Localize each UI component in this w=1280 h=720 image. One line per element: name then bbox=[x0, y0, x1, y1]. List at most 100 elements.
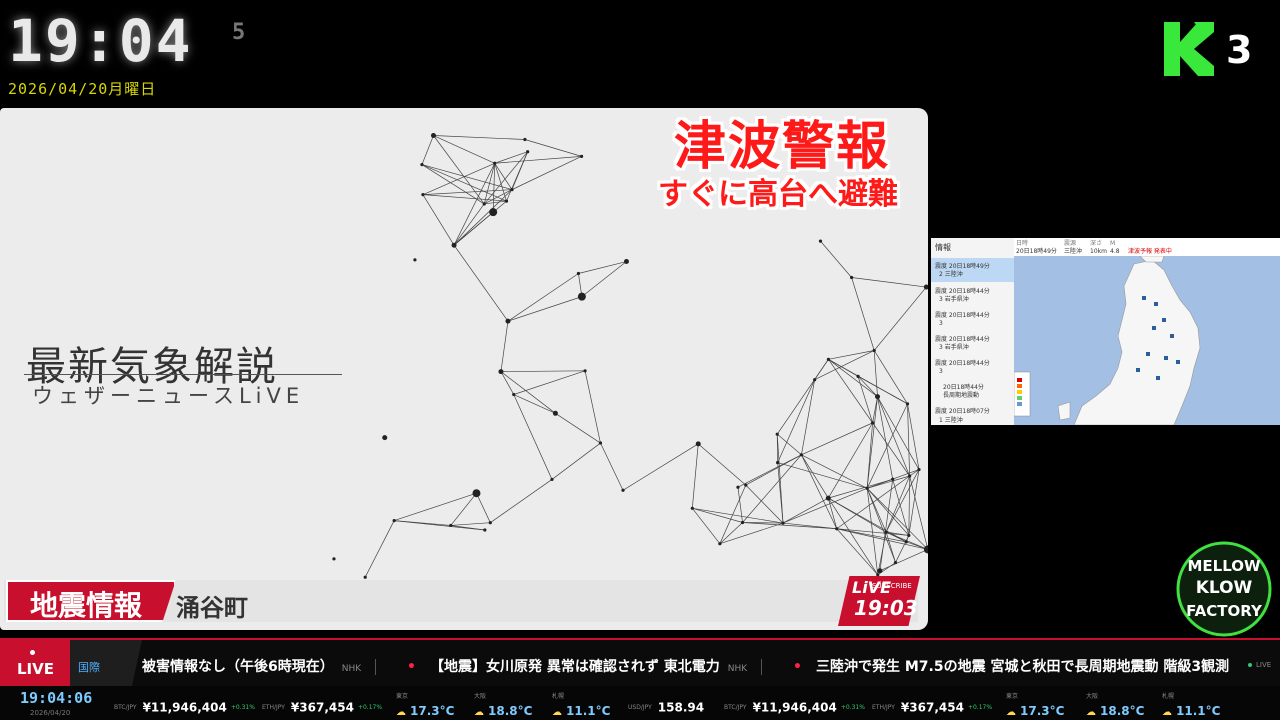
quake-item-4-time[interactable]: 震度 20日18時44分 bbox=[935, 336, 990, 343]
quake-item-3-time[interactable]: 震度 20日18時44分 bbox=[935, 312, 990, 319]
ticker-live-label: LIVE bbox=[17, 660, 54, 678]
network-line bbox=[421, 135, 434, 165]
network-node bbox=[483, 528, 487, 532]
network-node bbox=[818, 239, 823, 243]
japan-map[interactable] bbox=[1014, 256, 1280, 425]
network-line bbox=[622, 443, 699, 491]
subscribe-label[interactable]: SUBSCRIBE bbox=[872, 582, 912, 590]
network-node bbox=[576, 271, 581, 276]
ticker-item-source: NHK bbox=[341, 664, 362, 674]
network-node bbox=[430, 133, 436, 139]
network-line bbox=[433, 135, 525, 140]
network-node bbox=[775, 432, 779, 436]
mk-logo-line1: MELLOW bbox=[1187, 557, 1261, 575]
network-line bbox=[877, 396, 894, 480]
market-label: BTC/JPY bbox=[114, 704, 137, 711]
network-node bbox=[526, 150, 530, 154]
lower-third-tag-label: 地震情報 bbox=[30, 589, 143, 622]
header-epicenter: 三陸沖 bbox=[1064, 248, 1083, 255]
quake-item-7-time[interactable]: 震度 20日18時07分 bbox=[935, 408, 990, 415]
market-change: +0.17% bbox=[357, 704, 383, 711]
quake-list-title: 情報 bbox=[935, 243, 951, 252]
header-date-label: 日時 bbox=[1016, 240, 1029, 247]
tsunami-warning-title: 津波警報 bbox=[674, 117, 891, 177]
weather-temp: 17.3°C bbox=[410, 704, 455, 718]
network-node bbox=[872, 348, 876, 353]
network-line bbox=[873, 350, 878, 397]
network-line bbox=[737, 487, 743, 523]
quake-list-selected[interactable] bbox=[931, 258, 1014, 282]
video-player[interactable]: 最新気象解説 ウェザーニュースLiVE 津波警報 すぐに高台へ避難 地震情報 涌… bbox=[0, 108, 928, 630]
mk-logo-line2: KLOW bbox=[1196, 578, 1253, 598]
ticker-item[interactable]: • 三陸沖で発生 M7.5の地震 宮城と秋田で長周期地震動 階級3観測 bbox=[793, 656, 1229, 676]
network-node bbox=[826, 357, 831, 361]
network-node bbox=[472, 489, 481, 498]
network-node bbox=[690, 506, 694, 510]
network-line bbox=[422, 194, 455, 246]
market-item: USD/JPY 158.94 bbox=[628, 697, 704, 716]
quake-map-panel[interactable]: 情報 震度 20日18時49分 2 三陸沖 震度 20日18時44分 3 岩手県… bbox=[931, 238, 1280, 425]
network-node bbox=[740, 520, 745, 525]
quake-list: 情報 震度 20日18時49分 2 三陸沖 震度 20日18時44分 3 岩手県… bbox=[931, 238, 1015, 425]
ticker-item-text: 三陸沖で発生 M7.5の地震 宮城と秋田で長周期地震動 階級3観測 bbox=[815, 659, 1230, 675]
weather-item: 東京 ☁ 17.3°C bbox=[1006, 691, 1064, 719]
market-value: ¥367,454 bbox=[290, 700, 354, 715]
network-line bbox=[490, 479, 553, 523]
quake-item-5-place: 3 bbox=[939, 368, 943, 375]
mk-logo-line3: FACTORY bbox=[1186, 602, 1263, 620]
network-node bbox=[825, 495, 831, 501]
network-line bbox=[908, 476, 910, 536]
network-line bbox=[820, 240, 852, 278]
network-line bbox=[492, 163, 496, 213]
network-line bbox=[691, 443, 699, 509]
network-line bbox=[500, 371, 556, 414]
network-node bbox=[489, 208, 498, 217]
ticker-end-label: LIVE bbox=[1256, 661, 1272, 669]
tsunami-warning-subtitle: すぐに高台へ避難 bbox=[658, 177, 898, 212]
quake-item-6-time[interactable]: 20日18時44分 bbox=[943, 384, 984, 391]
ticker-item[interactable]: • 【地震】女川原発 異常は確認されず 東北電力 NHK bbox=[407, 656, 763, 676]
clock-seconds: 5 bbox=[232, 20, 246, 45]
network-line bbox=[814, 350, 875, 381]
market-value: ¥11,946,404 bbox=[142, 700, 227, 715]
network-node bbox=[736, 485, 740, 489]
quake-item-2-place: 3 岩手県沖 bbox=[939, 296, 969, 303]
market-label: BTC/JPY bbox=[724, 704, 747, 711]
network-line bbox=[719, 484, 747, 544]
weather-temp: 18.8°C bbox=[1100, 704, 1145, 718]
ticker-item[interactable]: 被害情報なし（午後6時現在） NHK bbox=[142, 656, 377, 676]
network-node bbox=[577, 292, 586, 301]
quake-item-5-time[interactable]: 震度 20日18時44分 bbox=[935, 360, 990, 367]
weather-city: 札幌 bbox=[1162, 693, 1175, 700]
market-time: 19:04:06 bbox=[20, 689, 93, 707]
network-line bbox=[801, 379, 815, 455]
network-line bbox=[742, 454, 802, 523]
header-tsunami-status: 津波予報 発表中 bbox=[1128, 248, 1172, 255]
network-node bbox=[875, 394, 881, 400]
network-node bbox=[413, 258, 417, 262]
channel-number: 3 bbox=[1226, 28, 1253, 72]
title-underline bbox=[24, 374, 342, 375]
network-line bbox=[873, 286, 927, 351]
network-node bbox=[392, 518, 396, 523]
market-value: 158.94 bbox=[657, 700, 705, 715]
quake-item-2-time[interactable]: 震度 20日18時44分 bbox=[935, 288, 990, 295]
quake-item-1-time: 震度 20日18時49分 bbox=[935, 263, 990, 270]
program-subtitle: ウェザーニュースLiVE bbox=[32, 384, 305, 408]
market-item: ETH/JPY ¥367,454 +0.17% bbox=[872, 697, 992, 716]
network-node bbox=[835, 527, 839, 531]
network-node bbox=[512, 392, 516, 397]
quake-item-3-place: 3 bbox=[939, 320, 943, 327]
live-badge-time: 19:03 bbox=[854, 596, 918, 620]
network-line bbox=[513, 370, 586, 395]
network-node bbox=[482, 202, 486, 206]
network-line bbox=[719, 522, 784, 545]
network-line bbox=[555, 413, 601, 444]
network-node bbox=[579, 154, 584, 158]
quake-item-4-place: 3 岩手県沖 bbox=[939, 344, 969, 351]
network-node bbox=[332, 557, 336, 561]
network-node bbox=[523, 137, 527, 142]
network-node bbox=[908, 474, 912, 478]
network-line bbox=[828, 359, 873, 424]
network-node bbox=[917, 467, 921, 472]
